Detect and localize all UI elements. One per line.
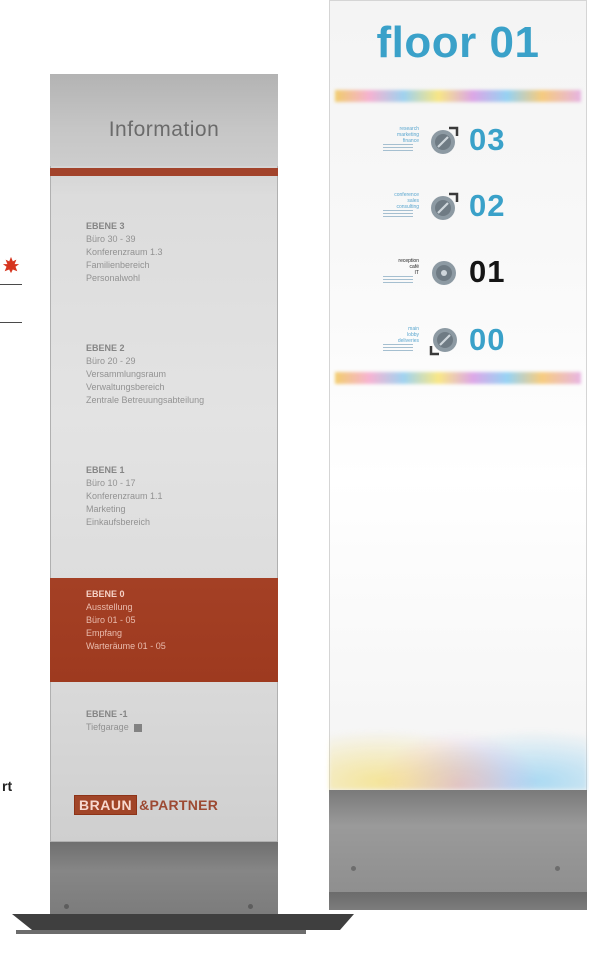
floor-row-02: conference sales consulting 02 [369,188,569,228]
floor-stand: floor 01 research marketing finance 03 c… [329,0,587,910]
level-line: Personalwohl [86,273,141,283]
level-line: Zentrale Betreuungsabteilung [86,395,205,405]
floor-description: research marketing finance [369,126,419,144]
brand-logo: BRAUN &PARTNER [74,794,218,816]
level-heading: EBENE 1 [86,465,125,475]
floor-number: 02 [469,188,506,223]
brand-rest: &PARTNER [139,797,219,813]
screw-icon [351,866,356,871]
parking-icon [134,723,143,732]
floor-list-lines [383,276,413,284]
logo-rule-top [0,284,22,285]
level-line: Tiefgarage [86,721,143,734]
level-line: Konferenzraum 1.3 [86,247,163,257]
elevator-up-icon [431,126,459,154]
floor-row-00: main lobby deliveries 00 [369,322,569,362]
information-stand: Information EBENE 3 Büro 30 - 39 Konfere… [12,74,354,934]
level-line: Büro 30 - 39 [86,234,136,244]
spectrum-band-top [335,90,581,102]
information-title: Information [108,118,220,141]
level-line: Einkaufsbereich [86,517,151,527]
screw-icon [64,904,69,909]
stand-foot [12,914,354,930]
floor-description: main lobby deliveries [369,326,419,344]
level-line: Marketing [86,504,126,514]
stand-base [50,842,278,914]
level-line: Warteräume 01 - 05 [86,641,166,651]
floor-number: 01 [469,254,506,289]
floor-title: floor 01 [376,18,540,67]
elevator-down-icon [429,328,457,356]
elevator-up-icon [431,192,459,220]
screw-icon [555,866,560,871]
floor-number: 03 [469,122,506,157]
floor-list-lines [383,210,413,218]
maple-leaf-icon [2,256,20,274]
level-block: EBENE 3 Büro 30 - 39 Konferenzraum 1.3 F… [86,220,163,285]
level-heading: EBENE 2 [86,343,125,353]
level-line: Familienbereich [86,260,150,270]
level-line: Büro 10 - 17 [86,478,136,488]
stand-foot-edge [16,930,306,934]
level-line: Büro 20 - 29 [86,356,136,366]
level-heading: EBENE -1 [86,709,128,719]
logo-rule-bottom [0,322,22,323]
level-line: Versammlungsraum [86,369,167,379]
floor-row-03: research marketing finance 03 [369,122,569,162]
current-level-highlight: EBENE 0 Ausstellung Büro 01 - 05 Empfang… [50,578,278,682]
partial-logo [0,248,40,328]
information-panel [50,74,278,842]
level-block: EBENE 2 Büro 20 - 29 Versammlungsraum Ve… [86,342,204,407]
stand-base [329,790,587,892]
level-line-text: Tiefgarage [86,722,129,732]
basement-block: EBENE -1 Tiefgarage [86,708,143,734]
floor-panel [329,0,587,800]
brand-box: BRAUN [74,795,138,815]
level-heading: EBENE 3 [86,221,125,231]
current-level-block: EBENE 0 Ausstellung Büro 01 - 05 Empfang… [86,588,166,653]
floor-list-lines [383,144,413,152]
stand-foot [329,892,587,910]
level-block: EBENE 1 Büro 10 - 17 Konferenzraum 1.1 M… [86,464,163,529]
level-line: Verwaltungsbereich [86,382,165,392]
cropped-text-fragment: rt [2,778,13,794]
floor-description: conference sales consulting [369,192,419,210]
level-heading: EBENE 0 [86,589,125,599]
accent-stripe [50,168,278,176]
level-line: Konferenzraum 1.1 [86,491,163,501]
color-splash [329,700,587,790]
current-floor-icon [432,261,456,285]
level-line: Büro 01 - 05 [86,615,136,625]
level-line: Empfang [86,628,123,638]
floor-description: reception café IT [369,258,419,276]
screw-icon [248,904,253,909]
floor-row-01: reception café IT 01 [369,254,569,294]
floor-number: 00 [469,322,506,357]
floor-list-lines [383,344,413,352]
level-line: Ausstellung [86,602,133,612]
spectrum-band-bottom [335,372,581,384]
